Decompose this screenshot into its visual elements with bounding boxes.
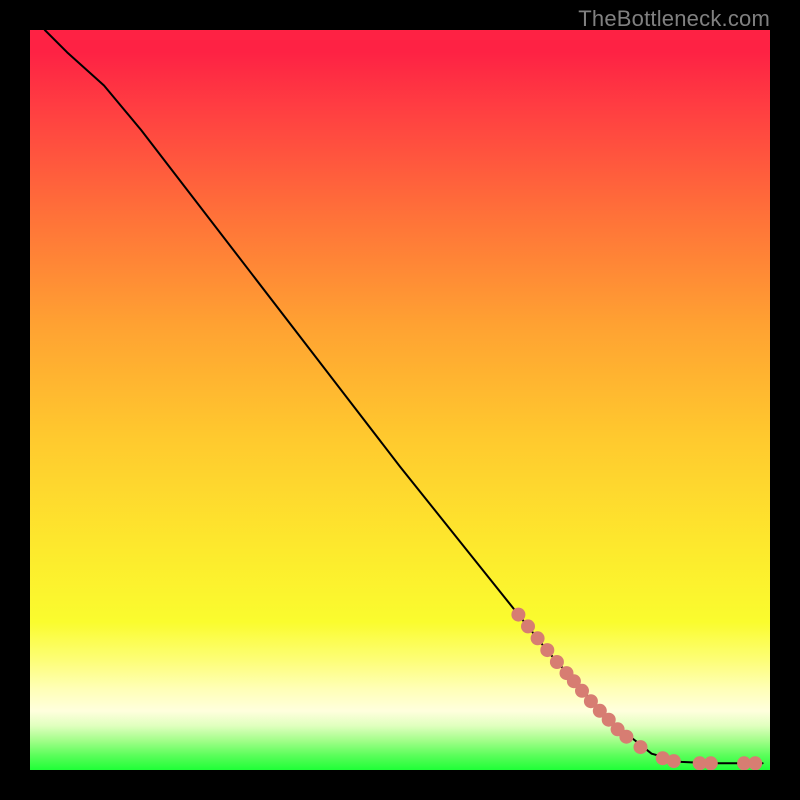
chart-frame: TheBottleneck.com (0, 0, 800, 800)
data-marker (521, 619, 535, 633)
data-marker (550, 655, 564, 669)
data-marker (619, 730, 633, 744)
data-marker (667, 754, 681, 768)
plot-area (30, 30, 770, 770)
data-marker (540, 643, 554, 657)
data-markers (511, 608, 762, 770)
data-marker (748, 756, 762, 770)
data-marker (634, 740, 648, 754)
branding-watermark: TheBottleneck.com (578, 6, 770, 32)
data-marker (511, 608, 525, 622)
chart-overlay-svg (30, 30, 770, 770)
data-marker (704, 756, 718, 770)
data-marker (531, 631, 545, 645)
curve-line (45, 30, 763, 763)
